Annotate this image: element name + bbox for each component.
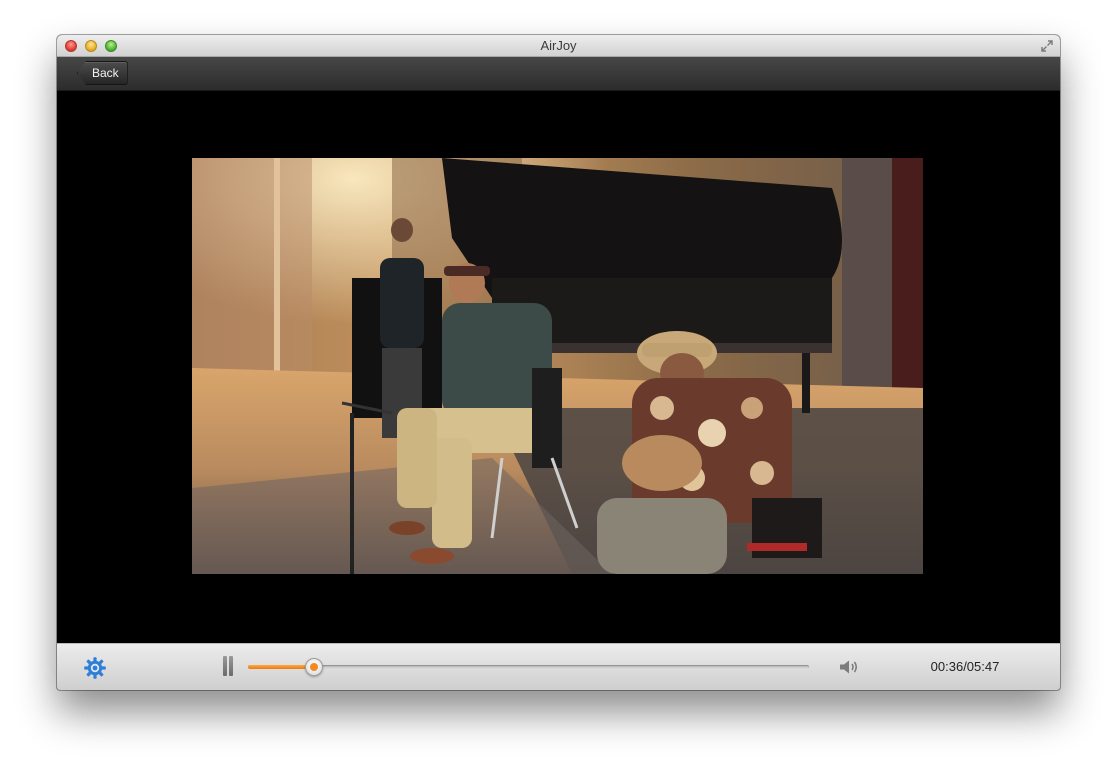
toolbar: Back (57, 57, 1060, 91)
back-button[interactable]: Back (77, 61, 128, 85)
time-display: 00:36/05:47 (930, 659, 1000, 674)
control-bar: 00:36/05:47 (57, 643, 1060, 690)
pause-button[interactable] (221, 656, 235, 678)
gear-icon[interactable] (83, 656, 107, 680)
seek-slider[interactable] (248, 658, 809, 676)
seek-progress (248, 665, 314, 669)
fullscreen-icon[interactable] (1040, 39, 1054, 53)
seek-knob[interactable] (304, 658, 323, 676)
pause-icon (223, 656, 227, 676)
speaker-icon[interactable] (838, 658, 860, 676)
title-bar: AirJoy (57, 35, 1060, 57)
window-title: AirJoy (540, 38, 577, 53)
video-frame[interactable] (192, 158, 923, 574)
airjoy-window: AirJoy Back 00:36/05:47 (57, 35, 1060, 690)
video-area[interactable] (57, 91, 1060, 643)
pause-icon-bar (229, 656, 233, 676)
